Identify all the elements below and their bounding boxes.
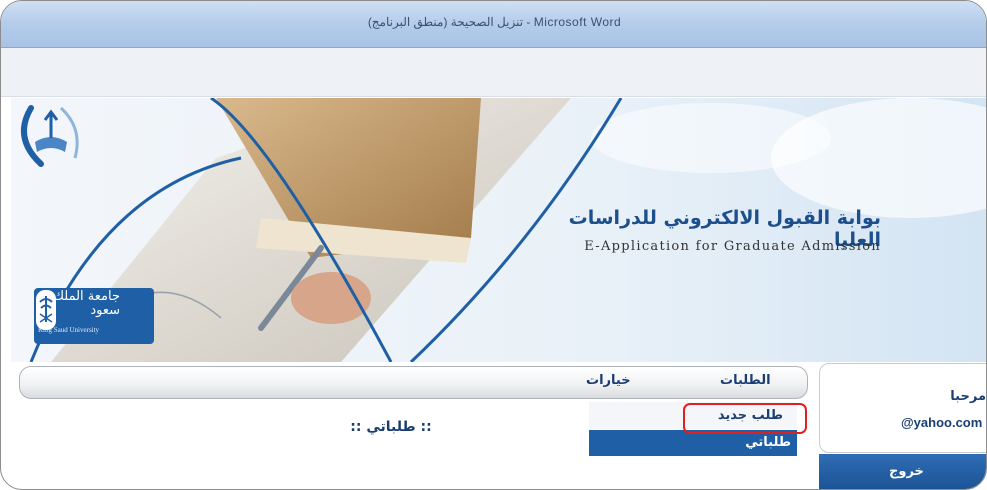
palm-emblem-icon (36, 290, 56, 330)
logout-button[interactable]: خروج (819, 454, 986, 489)
university-logo: جامعة الملك سعود King Saud University (34, 288, 154, 344)
user-email: @yahoo.com (901, 415, 983, 430)
menu-item-options[interactable]: خيارات (586, 373, 631, 388)
menu-item-requests[interactable]: الطلبات (720, 373, 771, 388)
window-title: تنزيل الصحيحة (منطق البرنامج) - Microsof… (367, 15, 622, 29)
logout-label: خروج (889, 464, 924, 479)
main-menu-bar: الطلبات خيارات (19, 366, 808, 399)
app-window: تنزيل الصحيحة (منطق البرنامج) - Microsof… (0, 0, 987, 490)
my-requests-label: طلباتي (745, 435, 791, 450)
portal-title-en: E-Application for Graduate Admission (584, 239, 881, 254)
portal-logo-icon (21, 105, 79, 167)
welcome-label: مرحبا (950, 389, 986, 404)
annotation-highlight (683, 403, 807, 434)
redacted-username (843, 401, 903, 441)
toolbar (1, 48, 986, 97)
title-bar: تنزيل الصحيحة (منطق البرنامج) - Microsof… (1, 1, 986, 48)
page-title: :: طلباتي :: (350, 419, 432, 435)
